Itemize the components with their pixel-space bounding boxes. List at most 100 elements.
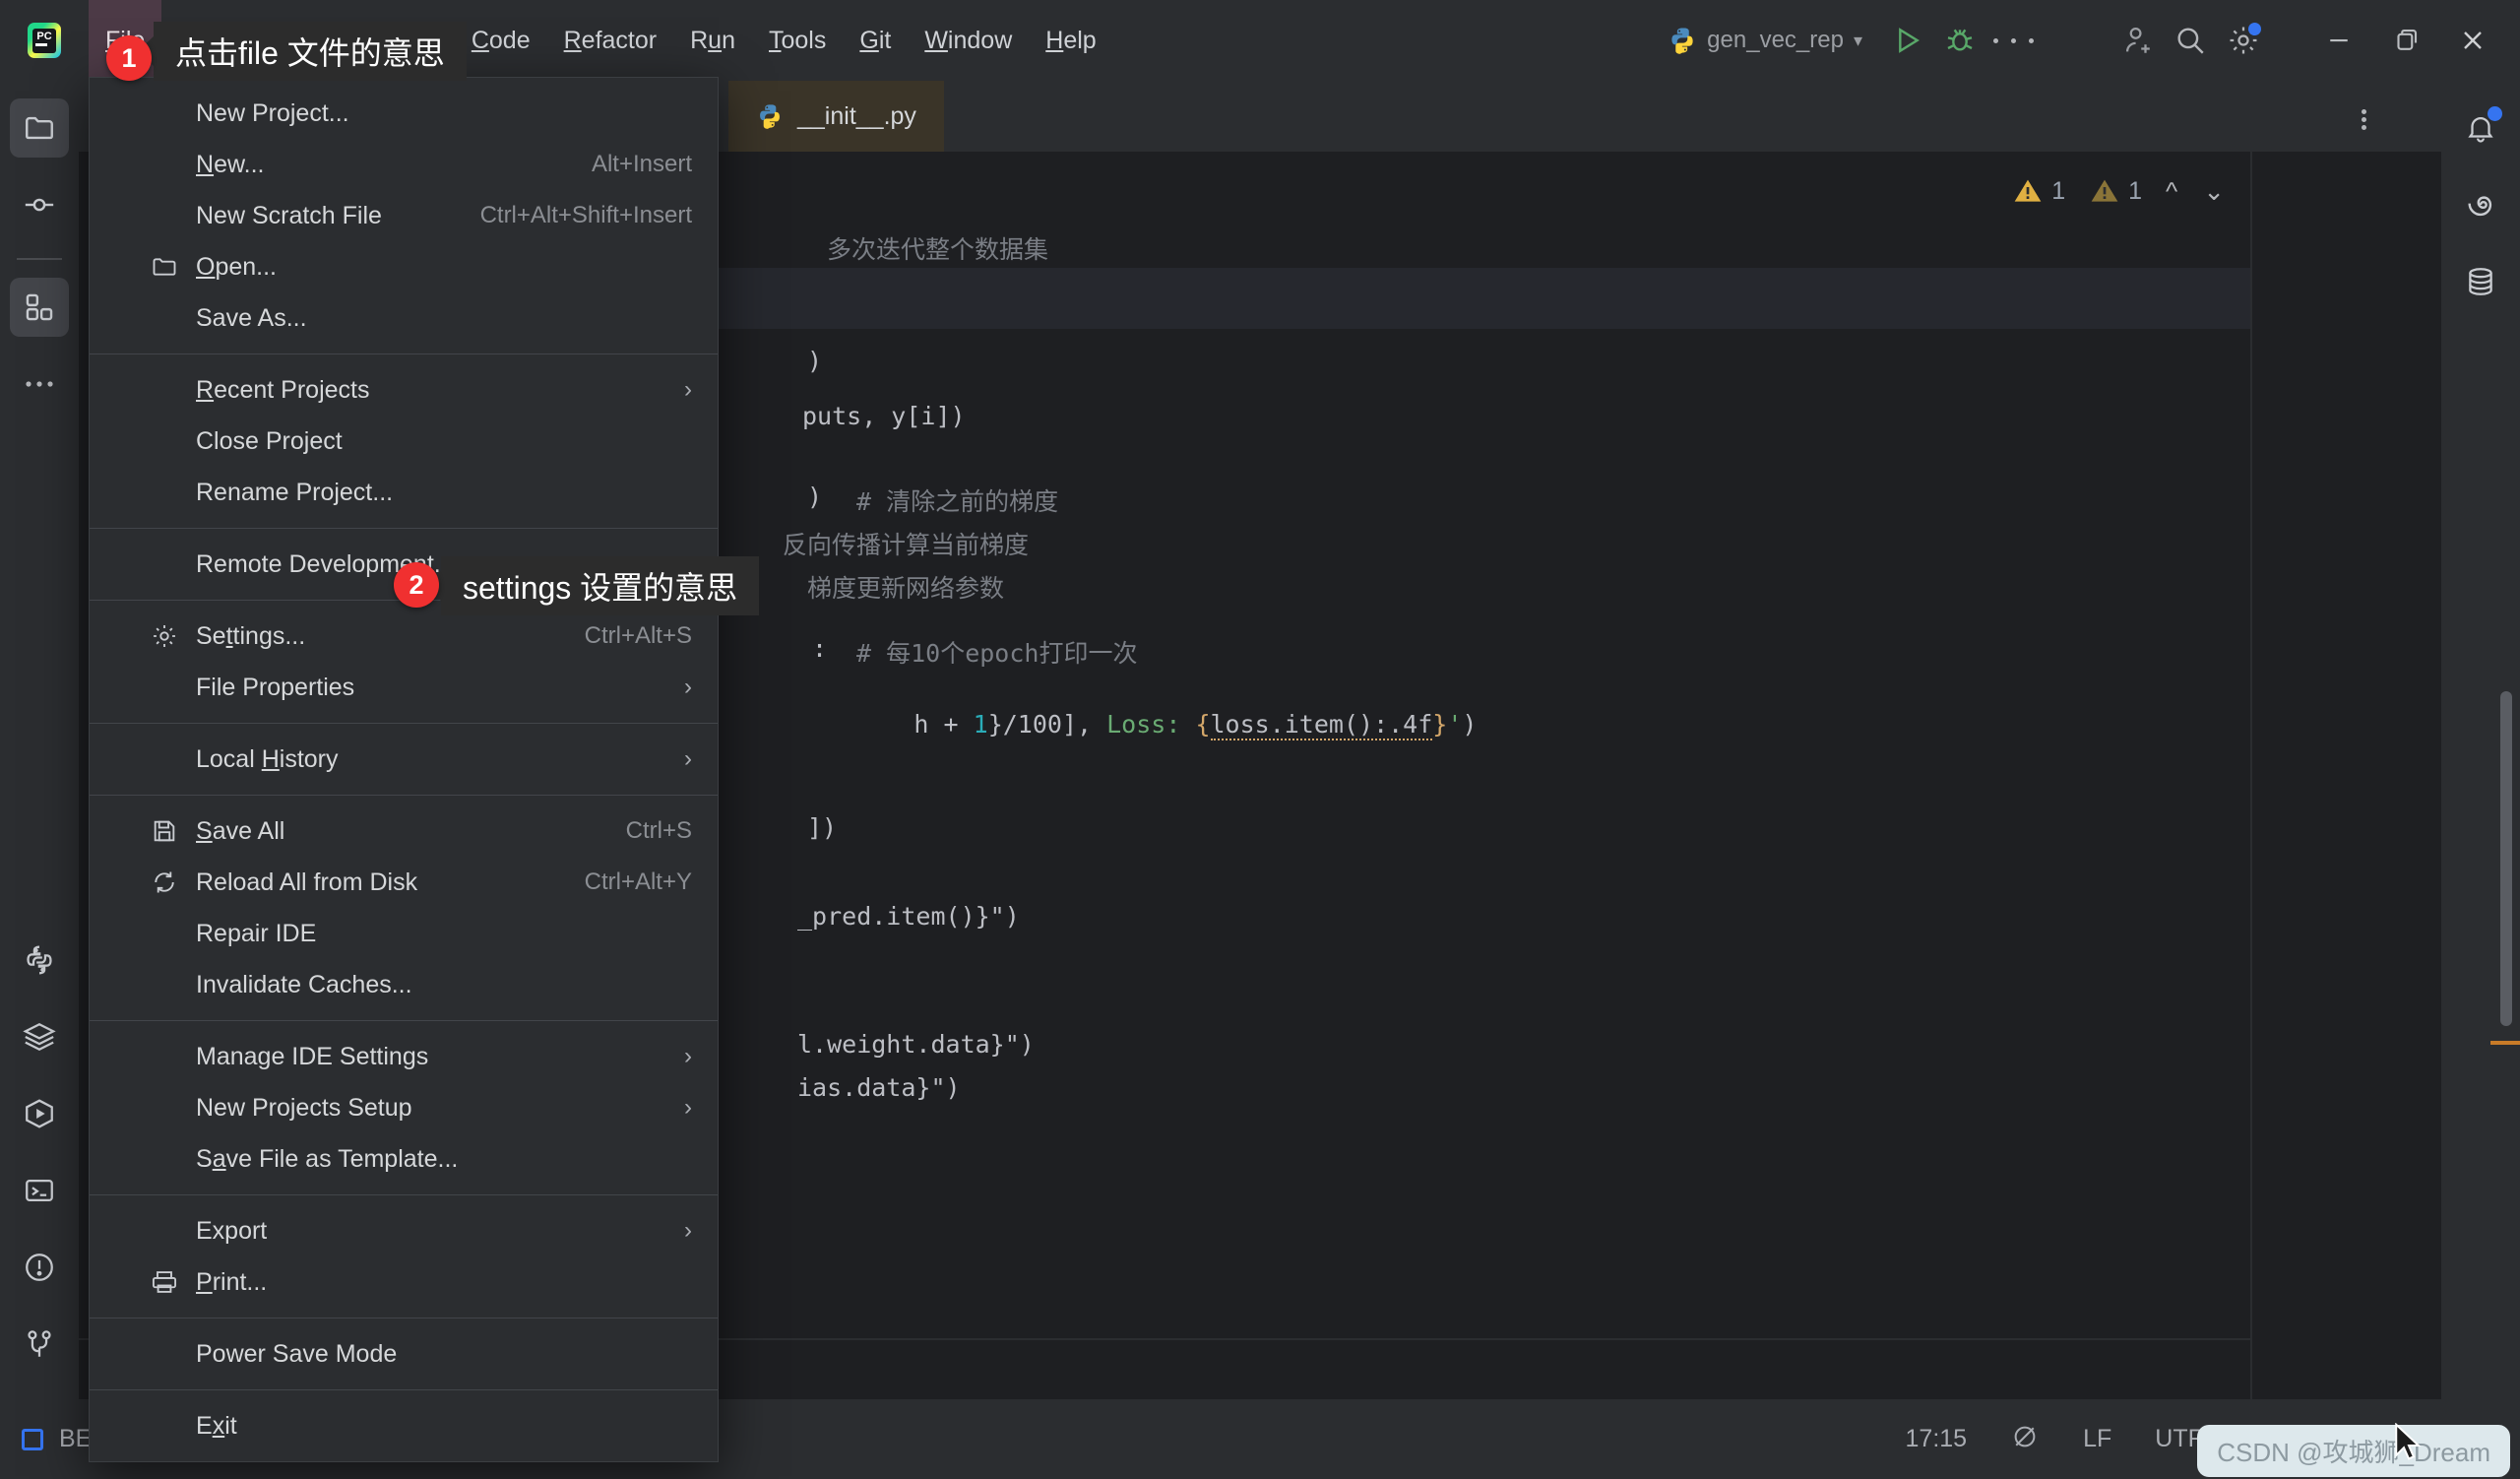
code-line-loss-print: h + 1}/100], Loss: {loss.item():.4f}') <box>795 681 1477 767</box>
chevron-right-icon: › <box>684 1217 692 1244</box>
menubar-item-git[interactable]: Git <box>843 0 908 81</box>
menu-item-label: File Properties <box>196 673 355 701</box>
watermark: CSDN @攻城狮_Dream <box>2197 1425 2510 1477</box>
notification-dot <box>2488 106 2502 121</box>
menu-item-reload-all-from-disk[interactable]: Reload All from Disk Ctrl+Alt+Y <box>90 857 718 908</box>
code-line: : <box>812 634 828 663</box>
more-tool-windows-icon[interactable] <box>10 354 69 414</box>
code-token-brace: } <box>1432 710 1448 739</box>
mouse-cursor-icon <box>2392 1422 2426 1473</box>
menu-item-new-projects-setup[interactable]: New Projects Setup › <box>90 1082 718 1133</box>
menu-item-local-history[interactable]: Local History › <box>90 734 718 785</box>
menu-item-rename-project[interactable]: Rename Project... <box>90 467 718 518</box>
annotation-callout-2: settings 设置的意思 <box>441 556 760 615</box>
maximize-button[interactable] <box>2372 0 2439 81</box>
menubar-item-refactor[interactable]: Refactor <box>547 0 674 81</box>
more-actions-button[interactable] <box>1986 14 2040 67</box>
menu-item-close-project[interactable]: Close Project <box>90 416 718 467</box>
lock-off-icon[interactable] <box>2010 1422 2040 1456</box>
menu-item-label: Rename Project... <box>196 478 394 506</box>
menu-item-label: Repair IDE <box>196 919 317 947</box>
ai-assistant-icon[interactable] <box>2451 175 2510 234</box>
menu-item-export[interactable]: Export › <box>90 1205 718 1256</box>
add-user-icon[interactable] <box>2110 14 2164 67</box>
gear-icon[interactable] <box>2217 14 2270 67</box>
menubar-item-window[interactable]: Window <box>908 0 1029 81</box>
code-line: puts, y[i]) <box>802 402 966 430</box>
terminal-tool-icon[interactable] <box>10 1161 69 1220</box>
commit-tool-icon[interactable] <box>10 175 69 234</box>
database-layers-icon[interactable] <box>10 1007 69 1066</box>
git-branch-icon[interactable] <box>10 1315 69 1374</box>
menubar-item-tools[interactable]: Tools <box>752 0 843 81</box>
chevron-right-icon: › <box>684 745 692 772</box>
close-button[interactable] <box>2439 0 2506 81</box>
editor-scrollbar[interactable] <box>2500 691 2512 1026</box>
structure-tool-icon[interactable] <box>10 278 69 337</box>
status-line-separator[interactable]: LF <box>2083 1425 2111 1453</box>
menu-item-manage-ide-settings[interactable]: Manage IDE Settings › <box>90 1031 718 1082</box>
minimize-button[interactable] <box>2305 0 2372 81</box>
menu-item-label: Settings... <box>196 621 306 650</box>
chevron-down-icon: ▾ <box>1853 30 1862 50</box>
menu-item-label: Invalidate Caches... <box>196 970 412 998</box>
code-token-expr: loss.item():.4f <box>1210 710 1433 740</box>
menu-item-recent-projects[interactable]: Recent Projects › <box>90 364 718 416</box>
project-tool-icon[interactable] <box>10 98 69 158</box>
menubar-item-help[interactable]: Help <box>1029 0 1112 81</box>
run-configuration-selector[interactable]: gen_vec_rep ▾ <box>1668 26 1862 55</box>
chevron-up-icon[interactable]: ^ <box>2166 176 2177 207</box>
weak-warning-count-group[interactable]: 1 <box>2089 175 2142 207</box>
menu-divider <box>90 528 718 529</box>
code-comment: # 清除之前的梯度 <box>856 487 1059 516</box>
menu-item-power-save-mode[interactable]: Power Save Mode <box>90 1328 718 1380</box>
problems-tool-icon[interactable] <box>10 1238 69 1297</box>
code-token: }/100], <box>987 710 1107 739</box>
code-comment: 反向传播计算当前梯度 <box>783 531 1030 559</box>
menu-item-new-project[interactable]: New Project... <box>90 88 718 139</box>
menu-item-repair-ide[interactable]: Repair IDE <box>90 908 718 959</box>
menu-item-label: New Project... <box>196 98 349 127</box>
run-button[interactable] <box>1880 14 1933 67</box>
editor-options-icon[interactable] <box>2347 102 2380 136</box>
menubar-item-code[interactable]: Code <box>455 0 547 81</box>
titlebar-actions: gen_vec_rep ▾ <box>1668 0 2520 81</box>
database-icon[interactable] <box>2451 252 2510 311</box>
menu-item-label: New Scratch File <box>196 201 382 229</box>
python-packages-icon[interactable] <box>10 931 69 990</box>
code-line: ) <box>807 482 823 511</box>
code-token: h + <box>914 710 974 739</box>
warning-count-group[interactable]: 1 <box>2012 175 2065 207</box>
menu-item-label: Reload All from Disk <box>196 868 418 896</box>
menu-item-save-all[interactable]: Save All Ctrl+S <box>90 805 718 857</box>
menu-item-invalidate-caches[interactable]: Invalidate Caches... <box>90 959 718 1010</box>
search-icon[interactable] <box>2164 14 2217 67</box>
notifications-icon[interactable] <box>2451 98 2510 158</box>
debug-button[interactable] <box>1933 14 1986 67</box>
menubar-item-run[interactable]: Run <box>673 0 752 81</box>
chevron-down-icon[interactable]: ⌄ <box>2203 176 2225 207</box>
menu-item-open[interactable]: Open... <box>90 241 718 292</box>
menu-item-new[interactable]: New... Alt+Insert <box>90 139 718 190</box>
menu-item-settings[interactable]: Settings... Ctrl+Alt+S <box>90 611 718 662</box>
run-config-name: gen_vec_rep <box>1707 27 1844 53</box>
code-line: l.weight.data}") <box>797 1030 1035 1059</box>
run-tool-icon[interactable] <box>10 1084 69 1143</box>
code-token-brace: { <box>1195 710 1211 739</box>
menu-item-save-as[interactable]: Save As... <box>90 292 718 344</box>
menu-item-print[interactable]: Print... <box>90 1256 718 1308</box>
gear-icon <box>149 620 180 652</box>
code-token-number: 1 <box>973 710 988 739</box>
menu-item-save-file-as-template[interactable]: Save File as Template... <box>90 1133 718 1185</box>
file-menu-popup[interactable]: New Project... New... Alt+Insert New Scratc… <box>89 77 719 1462</box>
code-line: ]) <box>807 813 838 842</box>
editor-tab-init-py[interactable]: __init__.py <box>728 81 944 152</box>
editor-tab-label: __init__.py <box>797 101 916 130</box>
code-comment: # 每10个epoch打印一次 <box>856 639 1138 668</box>
status-caret-position[interactable]: 17:15 <box>1906 1425 1968 1453</box>
menu-item-file-properties[interactable]: File Properties › <box>90 662 718 713</box>
chevron-right-icon: › <box>684 674 692 700</box>
menu-item-exit[interactable]: Exit <box>90 1400 718 1451</box>
menu-item-new-scratch-file[interactable]: New Scratch File Ctrl+Alt+Shift+Insert <box>90 190 718 241</box>
editor-minimap-border <box>2250 152 2252 1461</box>
